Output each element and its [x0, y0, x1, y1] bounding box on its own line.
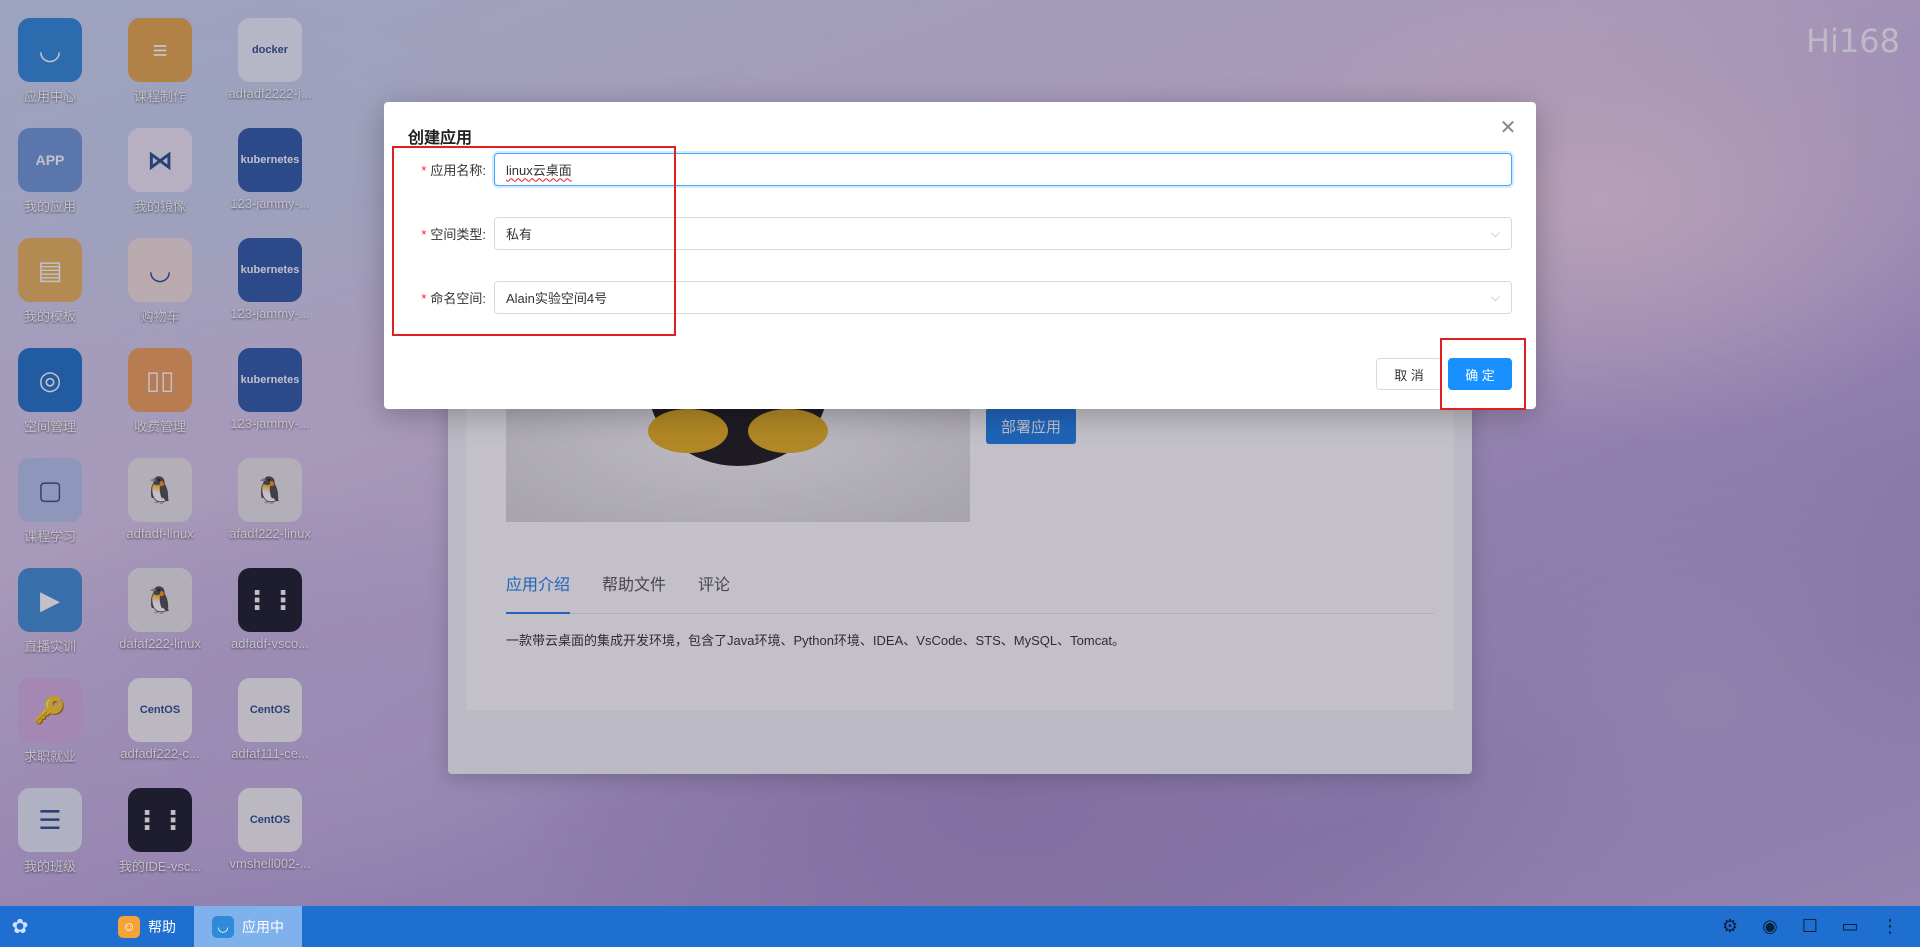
wechat-icon[interactable]: ◉: [1750, 916, 1790, 937]
annotation-box-form: [392, 146, 676, 336]
chevron-down-icon: ⌵: [1490, 289, 1500, 304]
taskbar-item-help[interactable]: ☺ 帮助: [100, 906, 194, 947]
annotation-box-confirm: [1440, 338, 1526, 410]
help-avatar-icon: ☺: [118, 915, 140, 938]
taskbar: ✿ ☺ 帮助 ◡ 应用中 ⚙ ◉ ☐ ▭ ⋮: [0, 906, 1920, 947]
start-icon[interactable]: ✿: [0, 906, 40, 947]
more-icon[interactable]: ⋮: [1870, 916, 1910, 937]
chevron-down-icon: ⌵: [1490, 225, 1500, 240]
app-center-icon: ◡: [212, 915, 234, 938]
message-icon[interactable]: ☐: [1790, 916, 1830, 937]
taskbar-item-app-center[interactable]: ◡ 应用中: [194, 906, 302, 947]
close-icon[interactable]: ✕: [1498, 118, 1518, 138]
monitor-icon[interactable]: ▭: [1830, 916, 1870, 937]
cancel-button[interactable]: 取 消: [1376, 358, 1442, 390]
dialog-title: 创建应用: [408, 130, 473, 147]
gear-icon[interactable]: ⚙: [1710, 916, 1750, 937]
system-tray: ⚙ ◉ ☐ ▭ ⋮: [1710, 906, 1910, 947]
